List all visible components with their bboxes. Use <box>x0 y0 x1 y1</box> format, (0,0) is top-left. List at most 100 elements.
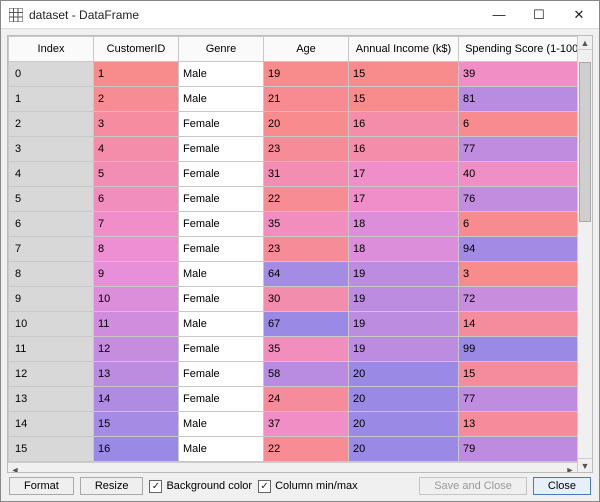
column-header[interactable]: Spending Score (1-100) <box>459 37 578 62</box>
data-cell[interactable]: 22 <box>264 187 349 212</box>
data-cell[interactable]: 6 <box>459 212 578 237</box>
data-cell[interactable]: 23 <box>264 137 349 162</box>
data-cell[interactable]: Male <box>179 262 264 287</box>
data-cell[interactable]: 35 <box>264 337 349 362</box>
index-cell[interactable]: 6 <box>9 212 94 237</box>
data-cell[interactable]: 35 <box>264 212 349 237</box>
index-cell[interactable]: 13 <box>9 387 94 412</box>
data-cell[interactable]: 77 <box>459 137 578 162</box>
index-cell[interactable]: 7 <box>9 237 94 262</box>
data-cell[interactable]: 4 <box>94 137 179 162</box>
data-cell[interactable]: Female <box>179 112 264 137</box>
data-cell[interactable]: 22 <box>264 437 349 462</box>
column-header[interactable]: Annual Income (k$) <box>349 37 459 62</box>
index-cell[interactable]: 15 <box>9 437 94 462</box>
data-cell[interactable]: Female <box>179 137 264 162</box>
data-cell[interactable]: 8 <box>94 237 179 262</box>
data-cell[interactable]: 16 <box>94 437 179 462</box>
data-cell[interactable]: Female <box>179 212 264 237</box>
data-cell[interactable]: 37 <box>264 412 349 437</box>
index-cell[interactable]: 0 <box>9 62 94 87</box>
data-cell[interactable]: 30 <box>264 287 349 312</box>
scroll-thumb[interactable] <box>579 62 591 222</box>
chevron-right-icon[interactable]: ► <box>563 463 577 472</box>
data-cell[interactable]: 2 <box>94 87 179 112</box>
data-cell[interactable]: Female <box>179 337 264 362</box>
data-cell[interactable]: 13 <box>459 412 578 437</box>
minmax-checkbox[interactable]: ✓ Column min/max <box>258 480 358 493</box>
data-cell[interactable]: Female <box>179 237 264 262</box>
data-cell[interactable]: 24 <box>264 387 349 412</box>
data-cell[interactable]: 81 <box>459 87 578 112</box>
index-cell[interactable]: 14 <box>9 412 94 437</box>
data-cell[interactable]: 18 <box>349 212 459 237</box>
close-button[interactable]: Close <box>533 477 591 495</box>
data-cell[interactable]: 3 <box>459 262 578 287</box>
data-cell[interactable]: Female <box>179 387 264 412</box>
data-cell[interactable]: 15 <box>349 87 459 112</box>
data-cell[interactable]: 94 <box>459 237 578 262</box>
chevron-left-icon[interactable]: ◄ <box>8 463 22 472</box>
index-cell[interactable]: 9 <box>9 287 94 312</box>
data-cell[interactable]: 12 <box>94 337 179 362</box>
data-cell[interactable]: Female <box>179 162 264 187</box>
data-cell[interactable]: 19 <box>349 337 459 362</box>
data-cell[interactable]: 58 <box>264 362 349 387</box>
maximize-button[interactable]: ☐ <box>519 1 559 29</box>
vertical-scrollbar[interactable]: ▲ ▼ <box>577 36 592 472</box>
index-cell[interactable]: 12 <box>9 362 94 387</box>
data-cell[interactable]: 6 <box>459 112 578 137</box>
column-header[interactable]: Genre <box>179 37 264 62</box>
data-cell[interactable]: 20 <box>349 362 459 387</box>
horizontal-scrollbar[interactable]: ◄ ► <box>8 462 577 472</box>
index-cell[interactable]: 1 <box>9 87 94 112</box>
column-header[interactable]: CustomerID <box>94 37 179 62</box>
data-cell[interactable]: 20 <box>349 387 459 412</box>
index-cell[interactable]: 8 <box>9 262 94 287</box>
data-cell[interactable]: 79 <box>459 437 578 462</box>
data-cell[interactable]: Female <box>179 287 264 312</box>
index-cell[interactable]: 10 <box>9 312 94 337</box>
index-cell[interactable]: 2 <box>9 112 94 137</box>
index-cell[interactable]: 4 <box>9 162 94 187</box>
data-cell[interactable]: 40 <box>459 162 578 187</box>
data-cell[interactable]: 15 <box>94 412 179 437</box>
data-cell[interactable]: 11 <box>94 312 179 337</box>
data-cell[interactable]: 76 <box>459 187 578 212</box>
data-cell[interactable]: 19 <box>349 312 459 337</box>
data-cell[interactable]: 20 <box>349 437 459 462</box>
data-cell[interactable]: 6 <box>94 187 179 212</box>
data-cell[interactable]: Male <box>179 87 264 112</box>
data-cell[interactable]: 23 <box>264 237 349 262</box>
resize-button[interactable]: Resize <box>80 477 144 495</box>
data-cell[interactable]: 17 <box>349 162 459 187</box>
data-cell[interactable]: 16 <box>349 137 459 162</box>
data-cell[interactable]: 7 <box>94 212 179 237</box>
index-cell[interactable]: 5 <box>9 187 94 212</box>
data-cell[interactable]: 9 <box>94 262 179 287</box>
data-cell[interactable]: Male <box>179 437 264 462</box>
data-cell[interactable]: 17 <box>349 187 459 212</box>
column-header[interactable]: Age <box>264 37 349 62</box>
data-cell[interactable]: Male <box>179 412 264 437</box>
data-cell[interactable]: 15 <box>459 362 578 387</box>
data-cell[interactable]: 18 <box>349 237 459 262</box>
data-cell[interactable]: 5 <box>94 162 179 187</box>
data-cell[interactable]: 13 <box>94 362 179 387</box>
minimize-button[interactable]: — <box>479 1 519 29</box>
data-cell[interactable]: 14 <box>459 312 578 337</box>
data-cell[interactable]: Male <box>179 312 264 337</box>
data-cell[interactable]: Female <box>179 187 264 212</box>
data-cell[interactable]: 77 <box>459 387 578 412</box>
chevron-up-icon[interactable]: ▲ <box>578 36 592 50</box>
data-cell[interactable]: 99 <box>459 337 578 362</box>
chevron-down-icon[interactable]: ▼ <box>578 458 592 472</box>
data-cell[interactable]: Female <box>179 362 264 387</box>
data-cell[interactable]: 19 <box>349 287 459 312</box>
data-cell[interactable]: Male <box>179 62 264 87</box>
data-cell[interactable]: 64 <box>264 262 349 287</box>
format-button[interactable]: Format <box>9 477 74 495</box>
data-cell[interactable]: 21 <box>264 87 349 112</box>
data-cell[interactable]: 15 <box>349 62 459 87</box>
index-cell[interactable]: 11 <box>9 337 94 362</box>
